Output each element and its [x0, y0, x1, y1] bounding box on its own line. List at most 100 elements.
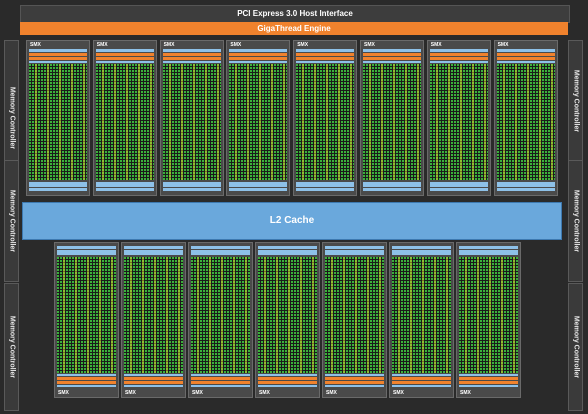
memory-controller-label: Memory Controller [8, 189, 15, 253]
smx-instruction-cache [29, 49, 87, 52]
smx-register-file [95, 61, 154, 63]
smx-shared-memory [429, 182, 488, 187]
smx-label: SMX [192, 390, 203, 396]
smx-dispatch-units [124, 377, 183, 380]
smx-instruction-cache [57, 385, 116, 387]
smx-label: SMX [364, 42, 375, 48]
memory-controller-label: Memory Controller [8, 86, 15, 150]
smx-instruction-cache [429, 49, 488, 52]
smx-instruction-cache [496, 49, 555, 52]
smx-core-array [29, 64, 87, 180]
smx-label: SMX [230, 42, 242, 48]
pcie-host-interface: PCI Express 3.0 Host Interface [20, 5, 570, 23]
smx-register-file [124, 374, 183, 376]
smx-label: SMX [30, 42, 41, 48]
smx-block-bottom-5: SMX [322, 242, 387, 398]
smx-block-bottom-1: SMX [54, 242, 119, 398]
smx-dispatch-units [57, 377, 116, 380]
smx-label: SMX [297, 42, 309, 48]
smx-label: SMX [58, 390, 69, 396]
memory-controller-right-1: Memory Controller [568, 40, 583, 162]
smx-block-bottom-3: SMX [188, 242, 253, 398]
smx-warp-scheduler [124, 381, 183, 384]
smx-label: SMX [163, 42, 175, 48]
gigathread-engine: GigaThread Engine [20, 22, 568, 35]
smx-dispatch-units [229, 57, 288, 60]
memory-controller-right-2: Memory Controller [568, 160, 583, 282]
smx-register-file [29, 61, 87, 63]
smx-dispatch-units [429, 57, 488, 60]
smx-core-array [191, 257, 250, 373]
smx-warp-scheduler [496, 53, 555, 56]
smx-core-array [296, 64, 355, 180]
smx-block-bottom-7: SMX [456, 242, 521, 398]
smx-label: SMX [326, 390, 337, 396]
smx-core-array [363, 64, 421, 180]
smx-instruction-cache [229, 49, 288, 52]
smx-shared-memory [229, 182, 288, 187]
smx-texture-cache [124, 250, 183, 255]
smx-dispatch-units [496, 57, 555, 60]
smx-shared-memory [29, 182, 87, 187]
smx-block-top-4: SMX [226, 40, 291, 196]
smx-texture-cache [296, 188, 355, 191]
smx-shared-memory [191, 246, 250, 249]
smx-shared-memory [124, 246, 183, 249]
smx-label: SMX [125, 390, 136, 396]
smx-core-array [459, 257, 518, 373]
smx-texture-cache [459, 250, 518, 255]
smx-core-array [429, 64, 488, 180]
smx-register-file [162, 61, 221, 63]
smx-texture-cache [429, 188, 488, 191]
smx-block-top-7: SMX [426, 40, 491, 196]
smx-shared-memory [496, 182, 555, 187]
smx-dispatch-units [162, 57, 221, 60]
smx-warp-scheduler [363, 53, 421, 56]
memory-controller-left-3: Memory Controller [4, 283, 19, 411]
smx-dispatch-units [191, 377, 250, 380]
smx-shared-memory [95, 182, 154, 187]
smx-warp-scheduler [429, 53, 488, 56]
smx-texture-cache [191, 250, 250, 255]
gpu-block-diagram: PCI Express 3.0 Host Interface GigaThrea… [0, 0, 588, 414]
smx-shared-memory [392, 246, 451, 249]
smx-register-file [258, 374, 317, 376]
smx-block-top-8: SMX [493, 40, 558, 196]
smx-core-array [229, 64, 288, 180]
smx-register-file [459, 374, 518, 376]
smx-label: SMX [96, 42, 108, 48]
smx-dispatch-units [392, 377, 451, 380]
memory-controller-right-3: Memory Controller [568, 283, 583, 411]
smx-warp-scheduler [392, 381, 451, 384]
memory-controller-label: Memory Controller [572, 189, 579, 253]
smx-dispatch-units [296, 57, 355, 60]
smx-block-top-5: SMX [293, 40, 358, 196]
smx-instruction-cache [459, 385, 518, 387]
smx-texture-cache [162, 188, 221, 191]
smx-register-file [496, 61, 555, 63]
smx-block-top-2: SMX [92, 40, 157, 196]
smx-warp-scheduler [95, 53, 154, 56]
smx-warp-scheduler [191, 381, 250, 384]
smx-block-top-1: SMX [26, 40, 90, 196]
smx-core-array [392, 257, 451, 373]
smx-texture-cache [229, 188, 288, 191]
smx-register-file [392, 374, 451, 376]
smx-register-file [296, 61, 355, 63]
memory-controller-label: Memory Controller [572, 315, 579, 379]
smx-register-file [57, 374, 116, 376]
smx-core-array [124, 257, 183, 373]
smx-register-file [363, 61, 421, 63]
smx-core-array [162, 64, 221, 180]
smx-label: SMX [430, 42, 442, 48]
smx-warp-scheduler [296, 53, 355, 56]
smx-dispatch-units [325, 377, 384, 380]
smx-texture-cache [29, 188, 87, 191]
smx-instruction-cache [296, 49, 355, 52]
smx-warp-scheduler [459, 381, 518, 384]
memory-controller-label: Memory Controller [8, 315, 15, 379]
smx-dispatch-units [95, 57, 154, 60]
smx-block-bottom-4: SMX [255, 242, 320, 398]
smx-label: SMX [497, 42, 509, 48]
smx-texture-cache [258, 250, 317, 255]
